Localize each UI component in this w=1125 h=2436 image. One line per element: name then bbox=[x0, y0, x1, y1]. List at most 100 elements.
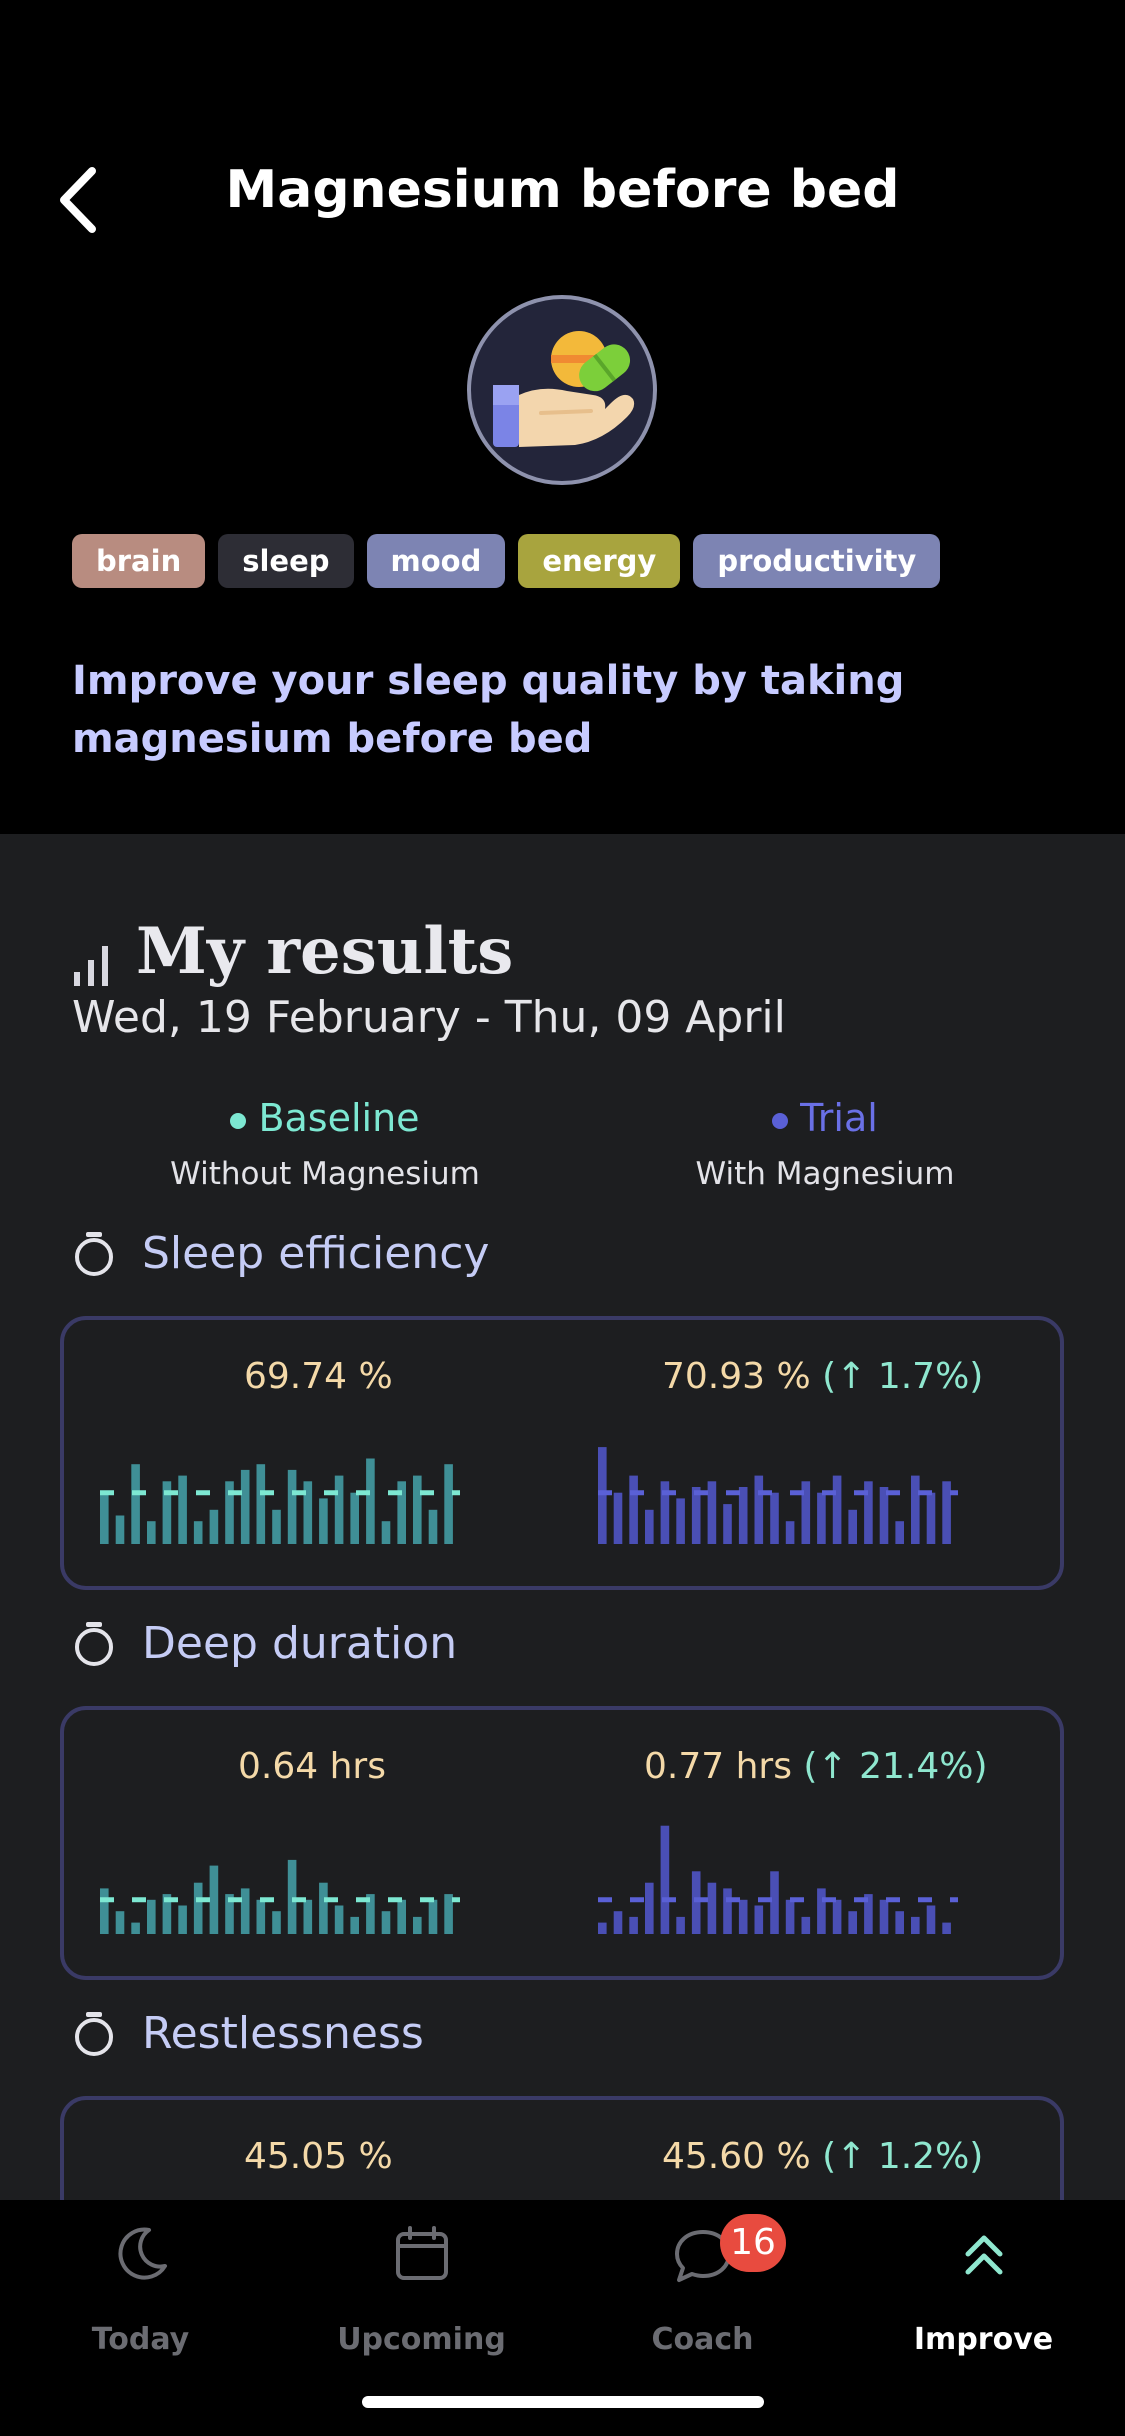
results-title: My results bbox=[136, 914, 514, 989]
metric-restlessness[interactable]: Restlessness bbox=[72, 2008, 424, 2059]
baseline-sublabel: Without Magnesium bbox=[170, 1156, 480, 1192]
moon-icon bbox=[118, 2227, 167, 2280]
chart-bar bbox=[911, 1916, 920, 1934]
chart-bar bbox=[598, 1922, 607, 1934]
chart-bar bbox=[926, 1905, 936, 1934]
chart-bar bbox=[256, 1464, 266, 1544]
metric-title: Deep duration bbox=[142, 1618, 458, 1669]
chart-bar bbox=[754, 1475, 764, 1544]
chart-bar bbox=[115, 1515, 125, 1544]
change-indicator: ↑ 1.7% bbox=[836, 1356, 970, 1397]
chart-bar bbox=[817, 1492, 826, 1544]
chart-bar bbox=[272, 1509, 281, 1544]
stopwatch-icon bbox=[75, 2011, 113, 2056]
chart-bar bbox=[350, 1916, 359, 1934]
change-open: ( bbox=[810, 2136, 837, 2177]
chart-bar bbox=[911, 1475, 920, 1544]
change-open: ( bbox=[810, 1356, 837, 1397]
chart-bar bbox=[738, 1487, 748, 1544]
baseline-bar-chart bbox=[100, 1859, 460, 1934]
metric-title: Sleep efficiency bbox=[142, 1228, 490, 1279]
chart-bar bbox=[147, 1521, 156, 1544]
chart-bar bbox=[397, 1899, 406, 1934]
baseline-dot bbox=[230, 1112, 247, 1129]
chart-bar bbox=[785, 1521, 795, 1544]
chart-bar bbox=[147, 1899, 156, 1934]
chart-bar bbox=[707, 1882, 717, 1934]
trial-bar-chart bbox=[598, 1447, 958, 1544]
stopwatch-icon bbox=[75, 1231, 113, 1276]
chart-bar bbox=[240, 1888, 250, 1934]
chart-bar bbox=[256, 1899, 266, 1934]
trial-sublabel: With Magnesium bbox=[695, 1156, 955, 1192]
chart-bar bbox=[645, 1509, 654, 1544]
chart-bar bbox=[350, 1492, 359, 1544]
experiment-description: Improve your sleep quality by taking mag… bbox=[72, 658, 905, 762]
chart-bar bbox=[801, 1916, 811, 1934]
baseline-bar-chart bbox=[100, 1458, 460, 1544]
metric-card-deep-duration[interactable]: 0.64 hrs 0.77 hrs (↑ 21.4%) bbox=[60, 1706, 1064, 1980]
chart-bar bbox=[381, 1521, 391, 1544]
chart-bar bbox=[691, 1487, 701, 1544]
chart-bar bbox=[770, 1871, 779, 1934]
chart-bar bbox=[660, 1825, 670, 1934]
chart-bar bbox=[178, 1905, 187, 1934]
results-section: My results Wed, 19 February - Thu, 09 Ap… bbox=[0, 834, 1125, 2296]
chart-bar bbox=[209, 1509, 219, 1544]
trial-bar-chart bbox=[598, 1825, 958, 1934]
chart-bar bbox=[287, 1469, 297, 1544]
tab-today[interactable]: Today bbox=[0, 2200, 281, 2380]
tab-upcoming[interactable]: Upcoming bbox=[281, 2200, 562, 2380]
tag-sleep: sleep bbox=[218, 534, 354, 588]
chart-bar bbox=[287, 1859, 297, 1934]
trial-value: 70.93 % (↑ 1.7%) bbox=[662, 1356, 983, 1397]
stopwatch-icon bbox=[75, 1621, 113, 1666]
metric-deep-duration[interactable]: Deep duration bbox=[72, 1618, 457, 1669]
tab-improve[interactable]: Improve bbox=[843, 2200, 1124, 2380]
change-close: ) bbox=[969, 2136, 984, 2177]
tag-mood: mood bbox=[366, 534, 506, 588]
chart-bar bbox=[691, 1871, 701, 1934]
change-close: ) bbox=[973, 1746, 988, 1787]
chart-bar bbox=[319, 1882, 328, 1934]
chart-bar bbox=[723, 1504, 732, 1544]
chart-bar bbox=[131, 1464, 140, 1544]
change-close: ) bbox=[969, 1356, 984, 1397]
chart-bar bbox=[738, 1899, 748, 1934]
chart-bar bbox=[115, 1911, 125, 1934]
tab-label: Coach bbox=[651, 2322, 754, 2357]
chart-bar bbox=[832, 1899, 842, 1934]
tab-label: Upcoming bbox=[337, 2322, 506, 2357]
tab-coach[interactable]: 16 Coach bbox=[562, 2200, 843, 2380]
chart-bar bbox=[240, 1469, 250, 1544]
trial-value-text: 45.60 % bbox=[662, 2136, 811, 2177]
chart-bar bbox=[848, 1509, 857, 1544]
chart-bar bbox=[613, 1911, 623, 1934]
chart-bar bbox=[178, 1475, 187, 1544]
baseline-label: Baseline bbox=[258, 1096, 420, 1140]
chart-bar bbox=[303, 1899, 313, 1934]
chart-bar bbox=[723, 1888, 732, 1934]
trial-dot bbox=[772, 1112, 789, 1129]
magnesium-hand-icon bbox=[467, 295, 657, 485]
chart-bar bbox=[879, 1899, 889, 1934]
baseline-legend: Baseline Without Magnesium bbox=[115, 1096, 535, 1192]
chart-bar bbox=[707, 1481, 717, 1544]
change-open: ( bbox=[791, 1746, 818, 1787]
chart-bar bbox=[413, 1475, 422, 1544]
chart-bar bbox=[848, 1911, 857, 1934]
chart-bar bbox=[319, 1498, 328, 1544]
chart-bar bbox=[895, 1911, 904, 1934]
chart-bar bbox=[100, 1492, 109, 1544]
chart-bar bbox=[598, 1447, 607, 1544]
tag-brain: brain bbox=[72, 534, 206, 588]
chart-bar bbox=[832, 1475, 842, 1544]
baseline-value: 69.74 % bbox=[244, 1356, 393, 1397]
metric-sleep-efficiency[interactable]: Sleep efficiency bbox=[72, 1228, 489, 1279]
chart-bar bbox=[629, 1916, 638, 1934]
chart-bar bbox=[613, 1492, 623, 1544]
chart-bar bbox=[629, 1475, 638, 1544]
chart-bar bbox=[942, 1922, 951, 1934]
chart-bar bbox=[770, 1492, 779, 1544]
metric-card-sleep-efficiency[interactable]: 69.74 % 70.93 % (↑ 1.7%) bbox=[60, 1316, 1064, 1590]
